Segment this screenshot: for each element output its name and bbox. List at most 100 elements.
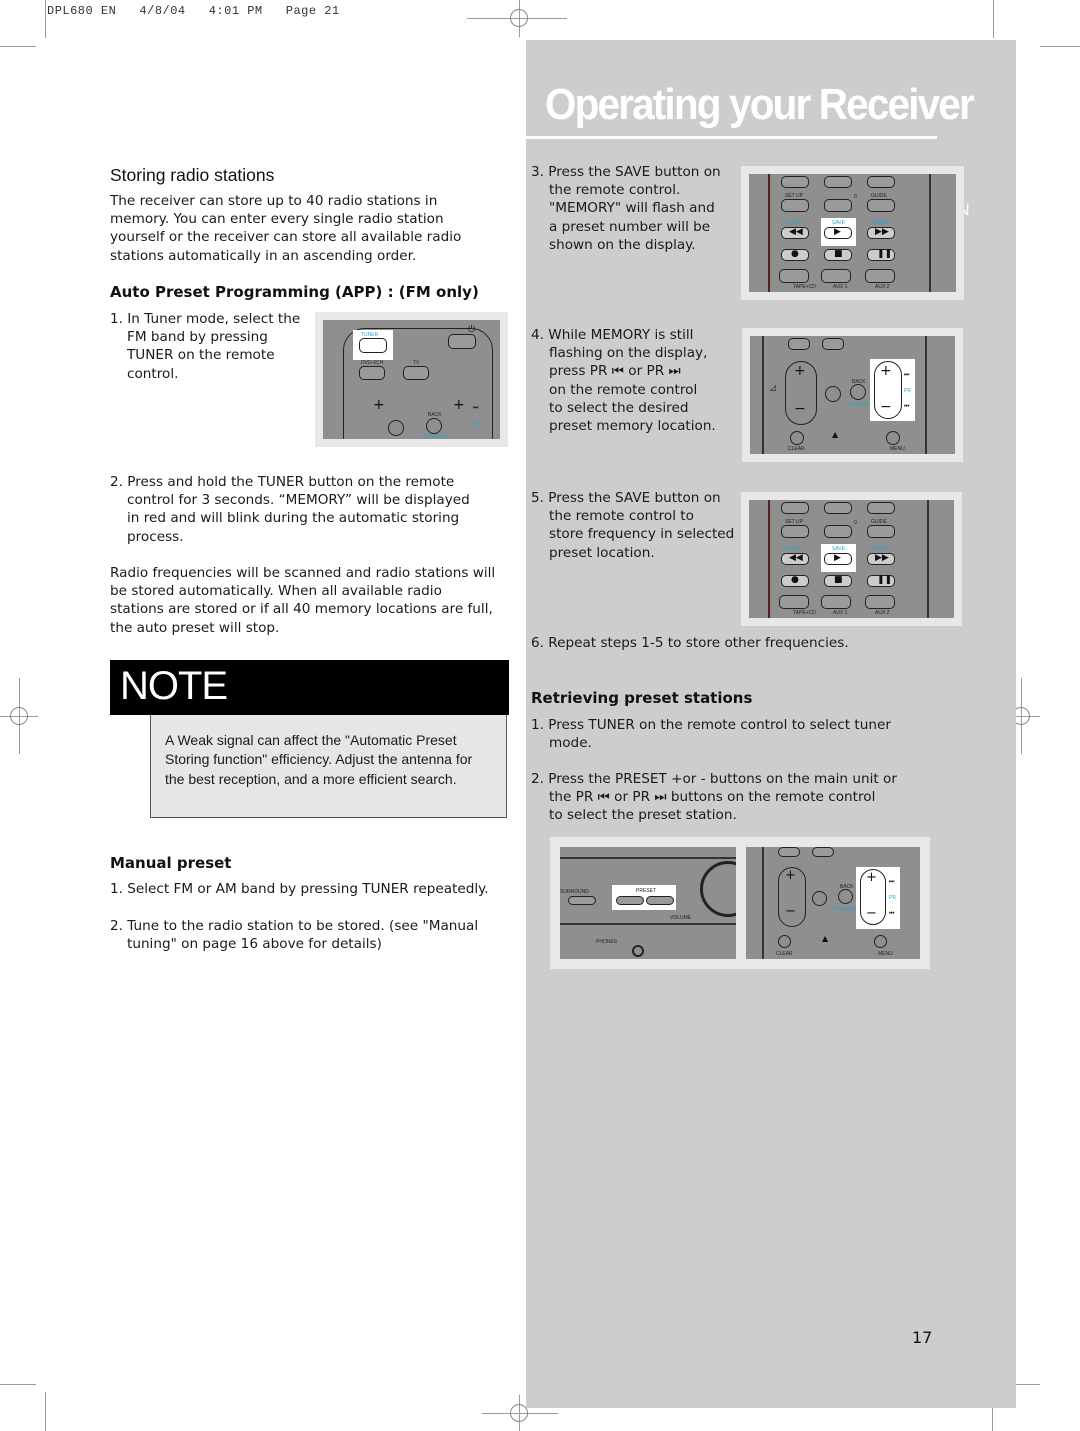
- remote-edge: [927, 500, 929, 618]
- volume-plus-icon: +: [373, 397, 385, 413]
- guide-button: [867, 525, 895, 538]
- zero-button: [824, 199, 852, 212]
- remote-tuner-illustration: TUNER ⏻ DVD-6CH TV + + ⏭ BACK ST-MONO PR: [315, 312, 508, 447]
- text-line: to select the preset station.: [549, 807, 737, 824]
- power-icon: ⏻: [468, 325, 476, 335]
- page-title: Operating your Receiver: [545, 80, 975, 129]
- section-heading-manual: Manual preset: [110, 854, 232, 872]
- tv-button: [403, 366, 429, 380]
- text-line: FM band by pressing: [127, 329, 268, 346]
- tape-cd-button: [779, 269, 809, 283]
- crop-mark: [45, 1392, 46, 1431]
- remote-edge: [768, 174, 770, 292]
- aux2-button: [865, 595, 895, 609]
- tv-button: [822, 338, 844, 350]
- text-line: 2. Tune to the radio station to be store…: [110, 918, 479, 934]
- tuner-minus-label: TUNER –: [785, 220, 807, 226]
- st-mono-label: ST-MONO: [846, 402, 870, 408]
- volume-knob: [700, 861, 736, 917]
- aux1-button: [821, 595, 851, 609]
- crop-mark: [0, 1384, 36, 1385]
- tuner-button: [359, 338, 387, 353]
- mute-button: [388, 420, 404, 436]
- record-icon: ●: [791, 249, 799, 259]
- dvd-6ch-button: [778, 847, 800, 857]
- surround-button: [568, 896, 596, 905]
- remote-button: [824, 176, 852, 188]
- clear-button: [790, 431, 804, 445]
- text-line: TUNER on the remote: [127, 347, 275, 364]
- remote-edge: [925, 336, 927, 454]
- panel-line: [560, 857, 736, 859]
- retrieving-step-1: 1. Press TUNER on the remote control to …: [531, 716, 891, 752]
- surround-label: SURROUND: [560, 889, 589, 895]
- step-3: 3. Press the SAVE button on the remote c…: [531, 163, 721, 254]
- title-underline: [526, 136, 937, 139]
- pr-label: PR: [889, 895, 896, 901]
- remote-save-illustration-2: SET UP 0 GUIDE TUNER – ◀◀ SAVE ▶ TUNER +…: [741, 492, 962, 626]
- text-line: mode.: [549, 735, 592, 752]
- text-line: control.: [127, 365, 179, 382]
- volume-plus-icon: +: [794, 363, 806, 379]
- text-line: yourself or the receiver can store all a…: [110, 229, 462, 246]
- back-label: BACK: [840, 884, 854, 890]
- zero-button: [824, 525, 852, 538]
- aux1-button: [821, 269, 851, 283]
- step-5: 5. Press the SAVE button on the remote c…: [531, 489, 734, 562]
- text-line: Radio frequencies will be scanned and ra…: [110, 565, 496, 581]
- aux2-label: AUX 2: [875, 284, 890, 290]
- next-icon: ⏭: [889, 878, 895, 885]
- pr-label: PR: [904, 388, 911, 394]
- back-button: [426, 418, 442, 434]
- manual-step-2: 2. Tune to the radio station to be store…: [110, 917, 478, 953]
- volume-plus-icon: +: [785, 868, 796, 883]
- guide-button: [867, 199, 895, 212]
- back-button: [850, 384, 866, 400]
- text-line: in red and will blink during the automat…: [127, 510, 460, 527]
- text-line: a preset number will be: [549, 218, 711, 235]
- rewind-icon: ◀◀: [789, 227, 803, 237]
- text-line: the auto preset will stop.: [110, 619, 280, 636]
- text-line: The receiver can store up to 40 radio st…: [110, 193, 438, 209]
- text-line: to select the desired: [549, 399, 689, 416]
- volume-icon: ◿: [770, 383, 777, 392]
- app-step-1: 1. In Tuner mode, select the FM band by …: [110, 310, 300, 383]
- note-title: NOTE: [120, 664, 228, 708]
- menu-button: [886, 431, 900, 445]
- clear-button: [778, 935, 791, 948]
- text-line: preset location.: [549, 544, 655, 561]
- aux2-button: [865, 269, 895, 283]
- text-line: 4. While MEMORY is still: [531, 327, 694, 343]
- tape-cd-label: TAPE+CD: [793, 284, 816, 290]
- retrieve-illustration: SURROUND PRESET VOLUME PHONES + − BACK S…: [550, 837, 930, 969]
- zero-label: 0: [854, 194, 857, 200]
- text-line: 2. Press the PRESET +or - buttons on the…: [531, 771, 897, 787]
- preset-down-button: [616, 896, 644, 905]
- section-heading-retrieving: Retrieving preset stations: [531, 689, 753, 707]
- setup-button: [781, 199, 809, 212]
- next-icon: ⏭: [473, 404, 479, 411]
- fast-forward-icon: ▶▶: [875, 227, 889, 237]
- app-paragraph: Radio frequencies will be scanned and ra…: [110, 564, 495, 637]
- remote-edge: [762, 847, 764, 959]
- pause-icon: ❚❚: [877, 575, 893, 585]
- previous-icon: ⏮: [904, 403, 910, 410]
- back-button: [838, 889, 853, 904]
- setup-button: [781, 525, 809, 538]
- remote-button: [781, 176, 809, 188]
- storing-intro: The receiver can store up to 40 radio st…: [110, 192, 461, 265]
- note-text: A Weak signal can affect the "Automatic …: [165, 732, 473, 787]
- app-step-2: 2. Press and hold the TUNER button on th…: [110, 473, 470, 546]
- section-heading-storing: Storing radio stations: [110, 165, 275, 185]
- tuner-plus-label: TUNER +: [871, 220, 893, 226]
- tv-button: [812, 847, 834, 857]
- step-6: 6. Repeat steps 1-5 to store other frequ…: [531, 635, 849, 651]
- text-line: control for 3 seconds. “MEMORY” will be …: [127, 492, 470, 509]
- text-line: the remote control.: [549, 182, 681, 199]
- tuner-minus-label: TUNER –: [785, 546, 807, 552]
- back-label: BACK: [428, 412, 442, 418]
- pr-minus-icon: −: [880, 399, 892, 415]
- remote-edge: [929, 174, 931, 292]
- text-line: on the remote control: [549, 381, 698, 398]
- text-line: preset memory location.: [549, 418, 716, 435]
